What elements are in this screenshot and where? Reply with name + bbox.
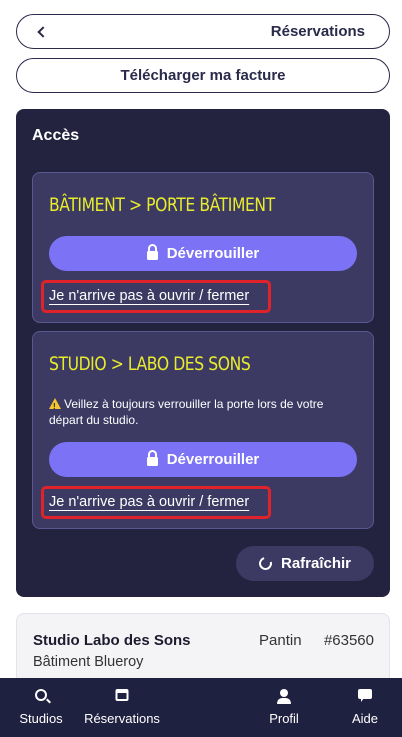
lock-warning: Veillez à toujours verrouiller la porte …: [49, 396, 359, 428]
lock-icon: [146, 450, 158, 466]
refresh-button[interactable]: Rafraîchir: [236, 546, 374, 581]
unlock-button[interactable]: Déverrouiller: [49, 442, 357, 477]
unlock-label: Déverrouiller: [166, 245, 260, 262]
calendar-icon: [115, 689, 129, 701]
back-to-reservations-button[interactable]: Réservations: [16, 14, 390, 49]
access-panel: Accès BÂTIMENT > PORTE BÂTIMENT Déverrou…: [16, 109, 390, 597]
access-title: Accès: [32, 127, 80, 144]
nav-item-aide[interactable]: Aide: [340, 678, 390, 737]
door-name: STUDIO > LABO DES SONS: [49, 353, 251, 375]
door-card-building: BÂTIMENT > PORTE BÂTIMENT Déverrouiller …: [32, 172, 374, 323]
download-invoice-label: Télécharger ma facture: [120, 67, 286, 84]
chat-icon: [358, 689, 372, 702]
search-pin-icon: [35, 689, 47, 701]
door-name: BÂTIMENT > PORTE BÂTIMENT: [49, 194, 275, 216]
building-name: Bâtiment Blueroy: [33, 654, 144, 670]
nav-label: Réservations: [84, 711, 160, 726]
booking-id: #63560: [323, 632, 374, 649]
refresh-label: Rafraîchir: [280, 555, 352, 572]
nav-item-profil[interactable]: Profil: [258, 678, 310, 737]
unlock-button[interactable]: Déverrouiller: [49, 236, 357, 271]
warning-text: Veillez à toujours verrouiller la porte …: [49, 397, 324, 427]
unlock-label: Déverrouiller: [166, 451, 260, 468]
door-card-studio: STUDIO > LABO DES SONS Veillez à toujour…: [32, 331, 374, 529]
nav-item-reservations[interactable]: Réservations: [78, 678, 166, 737]
nav-label: Studios: [19, 711, 63, 726]
nav-label: Profil: [269, 711, 299, 726]
nav-label: Aide: [351, 711, 379, 726]
cannot-open-link[interactable]: Je n'arrive pas à ouvrir / fermer: [49, 288, 249, 304]
user-icon: [277, 689, 291, 704]
lock-icon: [146, 244, 158, 260]
back-button-label: Réservations: [270, 23, 365, 40]
bottom-nav: Studios Réservations Profil Aide: [0, 678, 402, 737]
warning-icon: [49, 398, 61, 415]
booking-city: Pantin: [259, 632, 302, 649]
download-invoice-button[interactable]: Télécharger ma facture: [16, 58, 390, 93]
cannot-open-link[interactable]: Je n'arrive pas à ouvrir / fermer: [49, 494, 249, 510]
refresh-icon: [256, 554, 275, 573]
chevron-left-icon: [37, 25, 49, 38]
studio-name: Studio Labo des Sons: [33, 632, 191, 649]
nav-item-studios[interactable]: Studios: [10, 678, 72, 737]
